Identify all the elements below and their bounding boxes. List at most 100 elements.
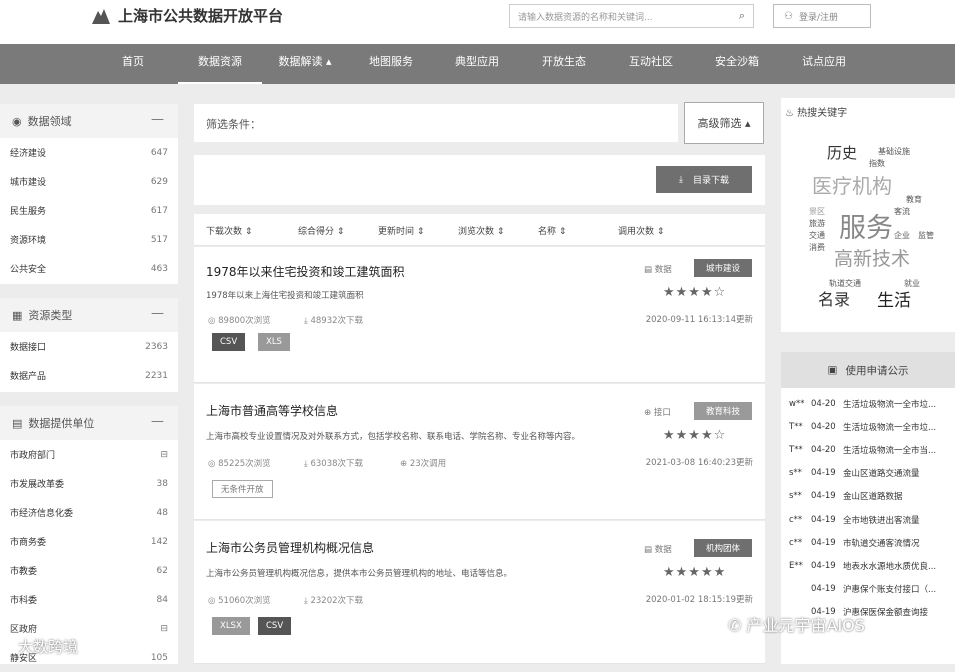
type-item[interactable]: 数据接口 2363 bbox=[0, 332, 178, 361]
downloads-count: ⤓ 48932次下载 bbox=[304, 316, 364, 326]
update-date: 2020-09-11 16:13:14更新 bbox=[645, 315, 753, 325]
keyword[interactable]: 交通 bbox=[809, 230, 825, 241]
keyword[interactable]: 景区 bbox=[809, 206, 825, 217]
format-badge[interactable]: CSV bbox=[258, 617, 292, 635]
domain-filter-header[interactable]: ◉ 数据领域 — bbox=[0, 104, 178, 138]
provider-item[interactable]: 市教委 62 bbox=[0, 556, 178, 585]
sort-bar: 下载次数 ⇕ 综合得分 ⇕ 更新时间 ⇕ 浏览次数 ⇕ 名称 ⇕ 调用次数 ⇕ bbox=[194, 214, 765, 246]
sort-downloads[interactable]: 下载次数 ⇕ bbox=[206, 224, 252, 237]
sort-updated[interactable]: 更新时间 ⇕ bbox=[378, 224, 424, 237]
dataset-title[interactable]: 上海市公务员管理机构概况信息 bbox=[206, 539, 374, 556]
sort-views[interactable]: 浏览次数 ⇕ bbox=[458, 224, 504, 237]
open-condition-badge[interactable]: 无条件开放 bbox=[212, 480, 273, 498]
dataset-title[interactable]: 上海市普通高等学校信息 bbox=[206, 402, 338, 419]
dataset-title[interactable]: 1978年以来住宅投资和竣工建筑面积 bbox=[206, 263, 405, 280]
domain-item[interactable]: 公共安全 463 bbox=[0, 254, 178, 283]
nav-sandbox[interactable]: 安全沙箱 bbox=[706, 44, 768, 84]
apply-row[interactable]: c** 04-19 市轨道交通客流情况 bbox=[781, 531, 955, 554]
watermark: ✆ 产业元宇宙AIOS bbox=[728, 616, 865, 635]
provider-group[interactable]: 市政府部门 ⊟ bbox=[0, 440, 178, 469]
nav-data-resources[interactable]: 数据资源 bbox=[178, 44, 262, 84]
provider-item[interactable]: 市经济信息化委 48 bbox=[0, 498, 178, 527]
apply-row[interactable]: T** 04-20 生活垃圾物流一全市当... bbox=[781, 438, 955, 461]
search-icon[interactable]: ⌕ bbox=[739, 9, 745, 23]
nav-data-interpretation[interactable]: 数据解读 ▴ bbox=[270, 44, 340, 84]
search-input[interactable]: 请输入数据资源的名称和关键词... ⌕ bbox=[509, 4, 754, 28]
apply-row[interactable]: 04-19 沪惠保个账支付接口（... bbox=[781, 578, 955, 601]
site-logo[interactable]: 上海市公共数据开放平台 bbox=[90, 5, 283, 26]
main-nav: 首页 数据资源 数据解读 ▴ 地图服务 典型应用 开放生态 互动社区 安全沙箱 … bbox=[0, 44, 955, 84]
keyword[interactable]: 历史 bbox=[827, 142, 857, 163]
provider-filter-header[interactable]: ▤ 数据提供单位 — bbox=[0, 406, 178, 440]
category-badge[interactable]: 教育科技 bbox=[694, 402, 752, 420]
domain-item[interactable]: 资源环境 517 bbox=[0, 225, 178, 254]
provider-item[interactable]: 市科委 84 bbox=[0, 585, 178, 614]
keyword[interactable]: 消费 bbox=[809, 242, 825, 253]
site-title: 上海市公共数据开放平台 bbox=[118, 7, 284, 25]
wechat-icon: ✆ bbox=[728, 616, 742, 635]
keyword[interactable]: 名录 bbox=[818, 286, 850, 310]
apply-row[interactable]: s** 04-19 金山区道路交通流量 bbox=[781, 462, 955, 485]
nav-pilot-apps[interactable]: 试点应用 bbox=[793, 44, 855, 84]
type-label: ▤ 数据 bbox=[644, 265, 672, 275]
nav-typical-apps[interactable]: 典型应用 bbox=[446, 44, 508, 84]
collapse-icon[interactable]: — bbox=[151, 112, 164, 127]
list-icon: ▣ bbox=[827, 364, 838, 376]
provider-item[interactable]: 市商务委 142 bbox=[0, 527, 178, 556]
nav-open-ecosystem[interactable]: 开放生态 bbox=[533, 44, 595, 84]
category-badge[interactable]: 机构团体 bbox=[694, 539, 752, 557]
keyword[interactable]: 指数 bbox=[869, 158, 885, 169]
provider-item[interactable]: 市发展改革委 38 bbox=[0, 469, 178, 498]
api-icon: ⊕ bbox=[400, 459, 408, 469]
keyword[interactable]: 生活 bbox=[877, 286, 911, 311]
keyword[interactable]: 服务 bbox=[839, 206, 893, 245]
domain-item[interactable]: 民生服务 617 bbox=[0, 196, 178, 225]
keyword[interactable]: 旅游 bbox=[809, 218, 825, 229]
domain-item[interactable]: 城市建设 629 bbox=[0, 167, 178, 196]
dataset-item[interactable]: 上海市公务员管理机构概况信息 上海市公务员管理机构概况信息，提供本市公务员管理机… bbox=[194, 521, 765, 664]
downloads-count: ⤓ 23202次下载 bbox=[304, 596, 364, 606]
apply-row[interactable]: c** 04-19 全市地铁进出客流量 bbox=[781, 508, 955, 531]
dataset-desc: 1978年以来上海住宅投资和竣工建筑面积 bbox=[206, 291, 364, 301]
grid-icon: ▦ bbox=[12, 308, 23, 322]
format-badge[interactable]: XLS bbox=[258, 333, 290, 351]
type-filter-header[interactable]: ▦ 资源类型 — bbox=[0, 298, 178, 332]
download-icon: ⤓ bbox=[679, 174, 683, 185]
dataset-item[interactable]: 上海市普通高等学校信息 上海市高校专业设置情况及对外联系方式，包括学校名称、联系… bbox=[194, 384, 765, 520]
advanced-filter-button[interactable]: 高级筛选 ▴ bbox=[684, 102, 764, 144]
format-badge[interactable]: CSV bbox=[212, 333, 246, 351]
format-badge[interactable]: XLSX bbox=[212, 617, 250, 635]
apply-row[interactable]: s** 04-19 金山区道路数据 bbox=[781, 485, 955, 508]
sort-score[interactable]: 综合得分 ⇕ bbox=[298, 224, 344, 237]
dataset-item[interactable]: 1978年以来住宅投资和竣工建筑面积 1978年以来上海住宅投资和竣工建筑面积 … bbox=[194, 247, 765, 383]
keyword[interactable]: 医疗机构 bbox=[812, 170, 892, 199]
collapse-icon[interactable]: — bbox=[151, 414, 164, 429]
keyword[interactable]: 监管 bbox=[918, 230, 934, 241]
type-label: ▤ 数据 bbox=[644, 545, 672, 555]
sort-name[interactable]: 名称 ⇕ bbox=[538, 224, 566, 237]
apply-row[interactable]: T** 04-20 生活垃圾物流一全市垃... bbox=[781, 415, 955, 438]
keyword[interactable]: 客流 bbox=[894, 206, 910, 217]
keyword[interactable]: 基础设施 bbox=[878, 146, 910, 157]
keyword[interactable]: 教育 bbox=[906, 194, 922, 205]
user-icon: ⚇ bbox=[784, 10, 793, 22]
apply-row[interactable]: E** 04-19 地表水水源地水质优良... bbox=[781, 554, 955, 577]
apply-row[interactable]: w** 04-20 生活垃圾物流一全市垃... bbox=[781, 392, 955, 415]
nav-community[interactable]: 互动社区 bbox=[620, 44, 682, 84]
keyword[interactable]: 高新技术 bbox=[834, 244, 910, 271]
collapse-icon[interactable]: — bbox=[151, 306, 164, 321]
keyword[interactable]: 企业 bbox=[894, 230, 910, 241]
sort-calls[interactable]: 调用次数 ⇕ bbox=[618, 224, 664, 237]
downloads-count: ⤓ 63038次下载 bbox=[304, 459, 364, 469]
category-badge[interactable]: 城市建设 bbox=[694, 259, 752, 277]
login-button[interactable]: ⚇ 登录/注册 bbox=[773, 4, 871, 28]
type-item[interactable]: 数据产品 2231 bbox=[0, 361, 178, 390]
hot-keywords-panel: ♨ 热搜关键字 历史 基础设施 指数 医疗机构 教育 景区 旅游 交通 消费 服… bbox=[781, 98, 955, 332]
domain-item[interactable]: 经济建设 647 bbox=[0, 138, 178, 167]
nav-map-service[interactable]: 地图服务 bbox=[360, 44, 422, 84]
catalog-download-button[interactable]: ⤓ 目录下载 bbox=[656, 166, 752, 193]
update-date: 2021-03-08 16:40:23更新 bbox=[645, 458, 753, 468]
database-icon: ▤ bbox=[644, 545, 653, 555]
nav-home[interactable]: 首页 bbox=[110, 44, 156, 84]
type-label: ⊕ 接口 bbox=[644, 408, 671, 418]
